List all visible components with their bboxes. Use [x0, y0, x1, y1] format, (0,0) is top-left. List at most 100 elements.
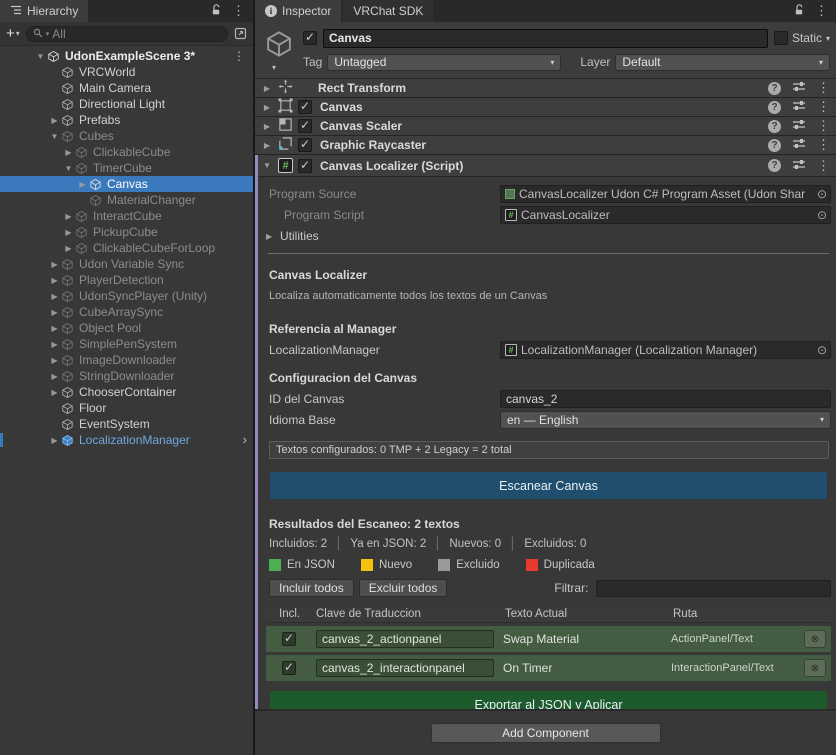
component-enabled-checkbox[interactable]	[298, 159, 312, 173]
component-menu-icon[interactable]: ⋮	[817, 158, 830, 174]
component-canvas[interactable]: ▶ Canvas ? ⋮	[255, 98, 836, 117]
foldout-icon[interactable]: ▶	[76, 180, 89, 189]
hierarchy-item-cubes[interactable]: ▼Cubes	[0, 128, 253, 144]
foldout-icon[interactable]: ▶	[48, 276, 61, 285]
help-icon[interactable]: ?	[768, 139, 781, 152]
icon-caret[interactable]: ▾	[272, 63, 276, 72]
foldout-icon[interactable]: ▶	[261, 103, 273, 112]
hierarchy-item-simplepensystem[interactable]: ▶SimplePenSystem	[0, 336, 253, 352]
export-json-button[interactable]: Exportar al JSON y Aplicar	[270, 691, 827, 709]
static-dropdown-icon[interactable]: ▾	[826, 34, 830, 43]
presets-icon[interactable]	[792, 137, 806, 153]
presets-icon[interactable]	[792, 158, 806, 174]
hierarchy-item-main-camera[interactable]: Main Camera	[0, 80, 253, 96]
foldout-icon[interactable]: ▶	[261, 84, 273, 93]
include-checkbox[interactable]	[282, 632, 296, 646]
localization-manager-field[interactable]: # LocalizationManager (Localization Mana…	[500, 341, 831, 359]
help-icon[interactable]: ?	[768, 82, 781, 95]
foldout-icon[interactable]: ▼	[48, 132, 61, 141]
layer-dropdown[interactable]: Default ▾	[615, 54, 830, 71]
component-canvas-localizer[interactable]: ▼ # Canvas Localizer (Script) ? ⋮	[258, 155, 836, 177]
filter-input[interactable]	[596, 580, 831, 597]
hierarchy-item-interactcube[interactable]: ▶InteractCube	[0, 208, 253, 224]
hierarchy-item-materialchanger[interactable]: MaterialChanger	[0, 192, 253, 208]
foldout-icon[interactable]: ▶	[48, 324, 61, 333]
foldout-icon[interactable]: ▶	[62, 228, 75, 237]
hierarchy-item-localizationmanager[interactable]: ▶LocalizationManager›	[0, 432, 253, 448]
component-canvas-scaler[interactable]: ▶ Canvas Scaler ? ⋮	[255, 117, 836, 136]
presets-icon[interactable]	[792, 99, 806, 115]
hierarchy-menu-icon[interactable]: ⋮	[232, 3, 245, 19]
add-component-button[interactable]: Add Component	[431, 723, 661, 743]
search-window-icon[interactable]	[234, 27, 247, 40]
unlock-icon[interactable]	[794, 4, 805, 19]
hierarchy-item-timercube[interactable]: ▼TimerCube	[0, 160, 253, 176]
object-picker-icon[interactable]: ⊙	[817, 208, 827, 222]
foldout-icon[interactable]: ▶	[48, 260, 61, 269]
foldout-icon[interactable]: ▶	[48, 308, 61, 317]
include-checkbox[interactable]	[282, 661, 296, 675]
hierarchy-item-pickupcube[interactable]: ▶PickupCube	[0, 224, 253, 240]
search-type-caret-icon[interactable]: ▾	[46, 30, 50, 38]
tab-hierarchy[interactable]: Hierarchy	[0, 0, 88, 22]
foldout-icon[interactable]: ▶	[261, 122, 273, 131]
hierarchy-item-clickablecube[interactable]: ▶ClickableCube	[0, 144, 253, 160]
hierarchy-item-canvas[interactable]: ▶Canvas	[0, 176, 253, 192]
component-menu-icon[interactable]: ⋮	[817, 137, 830, 153]
hierarchy-item-object-pool[interactable]: ▶Object Pool	[0, 320, 253, 336]
unlock-icon[interactable]	[211, 4, 222, 19]
component-menu-icon[interactable]: ⋮	[817, 99, 830, 115]
scene-menu-icon[interactable]: ⋮	[233, 49, 245, 63]
foldout-icon[interactable]: ▶	[48, 356, 61, 365]
create-object-button[interactable]: +▾	[6, 26, 20, 41]
scan-table-row[interactable]: canvas_2_interactionpanelOn TimerInterac…	[266, 655, 831, 681]
foldout-icon[interactable]: ▶	[62, 148, 75, 157]
gameobject-name-field[interactable]	[323, 29, 768, 48]
hierarchy-item-udon-variable-sync[interactable]: ▶Udon Variable Sync	[0, 256, 253, 272]
foldout-icon[interactable]: ▼	[62, 164, 75, 173]
hierarchy-item-playerdetection[interactable]: ▶PlayerDetection	[0, 272, 253, 288]
hierarchy-item-udonsyncplayer-unity-[interactable]: ▶UdonSyncPlayer (Unity)	[0, 288, 253, 304]
help-icon[interactable]: ?	[768, 120, 781, 133]
foldout-icon[interactable]: ▶	[48, 388, 61, 397]
hierarchy-item-vrcworld[interactable]: VRCWorld	[0, 64, 253, 80]
presets-icon[interactable]	[792, 80, 806, 96]
hierarchy-item-eventsystem[interactable]: EventSystem	[0, 416, 253, 432]
active-checkbox[interactable]	[303, 31, 317, 45]
hierarchy-item-floor[interactable]: Floor	[0, 400, 253, 416]
hierarchy-scene-row[interactable]: ▼UdonExampleScene 3*⋮	[0, 48, 253, 64]
foldout-icon[interactable]: ▶	[48, 372, 61, 381]
foldout-icon[interactable]: ▶	[48, 340, 61, 349]
component-graphic-raycaster[interactable]: ▶ Graphic Raycaster ? ⋮	[255, 136, 836, 155]
help-icon[interactable]: ?	[768, 101, 781, 114]
hierarchy-item-stringdownloader[interactable]: ▶StringDownloader	[0, 368, 253, 384]
ping-object-button[interactable]: ⊗	[804, 630, 826, 648]
gameobject-cube-icon[interactable]: ▾	[261, 27, 297, 72]
component-enabled-checkbox[interactable]	[298, 100, 312, 114]
scan-table-row[interactable]: canvas_2_actionpanelSwap MaterialActionP…	[266, 626, 831, 652]
hierarchy-search-input[interactable]: ▾ All	[26, 26, 228, 42]
object-picker-icon[interactable]: ⊙	[817, 187, 827, 201]
component-rect-transform[interactable]: ▶ Rect Transform ? ⋮	[255, 79, 836, 98]
inspector-menu-icon[interactable]: ⋮	[815, 3, 828, 19]
tab-inspector[interactable]: i Inspector	[255, 0, 341, 22]
include-all-button[interactable]: Incluir todos	[269, 579, 354, 597]
foldout-icon[interactable]: ▶	[62, 212, 75, 221]
hierarchy-item-prefabs[interactable]: ▶Prefabs	[0, 112, 253, 128]
hierarchy-item-choosercontainer[interactable]: ▶ChooserContainer	[0, 384, 253, 400]
hierarchy-item-imagedownloader[interactable]: ▶ImageDownloader	[0, 352, 253, 368]
foldout-icon[interactable]: ▶	[261, 141, 273, 150]
exclude-all-button[interactable]: Excluir todos	[359, 579, 448, 597]
translation-key-field[interactable]: canvas_2_actionpanel	[316, 630, 494, 648]
component-enabled-checkbox[interactable]	[298, 119, 312, 133]
hierarchy-item-cubearraysync[interactable]: ▶CubeArraySync	[0, 304, 253, 320]
program-script-field[interactable]: # CanvasLocalizer ⊙	[500, 206, 831, 224]
foldout-icon[interactable]: ▼	[261, 161, 273, 170]
tab-vrchat-sdk[interactable]: VRChat SDK	[343, 0, 433, 22]
canvas-id-input[interactable]	[500, 390, 831, 408]
program-source-field[interactable]: CanvasLocalizer Udon C# Program Asset (U…	[500, 185, 831, 203]
foldout-icon[interactable]: ▼	[34, 52, 47, 61]
prefab-open-chevron-icon[interactable]: ›	[243, 435, 247, 445]
scan-canvas-button[interactable]: Escanear Canvas	[270, 472, 827, 499]
foldout-icon[interactable]: ▶	[62, 244, 75, 253]
